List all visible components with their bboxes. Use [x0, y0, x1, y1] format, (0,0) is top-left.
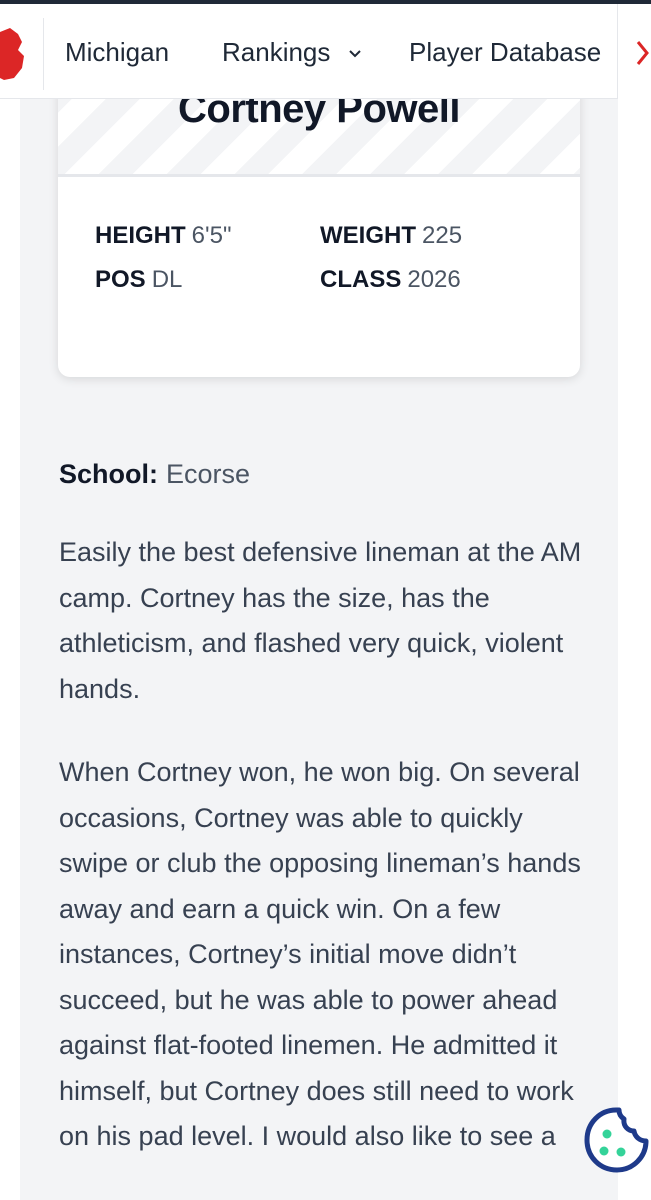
top-navigation-bar: Michigan Rankings Player Database — [0, 0, 651, 99]
stat-label: POS — [95, 266, 146, 293]
nav-scroll-next-button[interactable] — [617, 4, 651, 99]
nav-item-label: Rankings — [222, 37, 331, 67]
school-name: Ecorse — [166, 459, 251, 489]
cookie-icon — [584, 1107, 649, 1173]
nav-item-rankings[interactable]: Rankings — [222, 32, 362, 72]
stat-height: HEIGHT 6'5" — [95, 221, 231, 251]
cookie-settings-button[interactable] — [580, 1104, 651, 1176]
stat-value: 6'5" — [191, 222, 232, 249]
stat-label: CLASS — [320, 266, 402, 293]
school-line: School: Ecorse — [59, 457, 250, 491]
michigan-map-icon — [0, 28, 24, 80]
article-paragraph: Easily the best defensive lineman at the… — [59, 537, 582, 704]
stat-class: CLASS 2026 — [320, 265, 461, 295]
nav-item-player-database[interactable]: Player Database — [409, 32, 601, 72]
chevron-down-icon — [348, 50, 361, 58]
nav-item-label: Player Database — [409, 37, 602, 67]
nav-item-michigan[interactable]: Michigan — [65, 32, 169, 72]
stat-value: 225 — [422, 222, 463, 249]
stat-label: WEIGHT — [320, 222, 416, 249]
school-label: School: — [59, 459, 158, 489]
stat-value: DL — [151, 266, 183, 293]
article-paragraph: When Cortney won, he won big. On several… — [59, 757, 581, 1151]
stat-value: 2026 — [407, 266, 461, 293]
michigan-logo[interactable] — [0, 18, 44, 90]
chevron-right-icon — [636, 41, 649, 65]
stat-label: HEIGHT — [95, 222, 186, 249]
nav-item-label: Michigan — [65, 37, 170, 67]
stat-weight: WEIGHT 225 — [320, 221, 462, 251]
player-card: Cortney Powell HEIGHT 6'5" WEIGHT 225 POS D… — [58, 79, 580, 377]
stat-position: POS DL — [95, 265, 182, 295]
main-content: Cortney Powell HEIGHT 6'5" WEIGHT 225 POS D… — [20, 79, 618, 1200]
